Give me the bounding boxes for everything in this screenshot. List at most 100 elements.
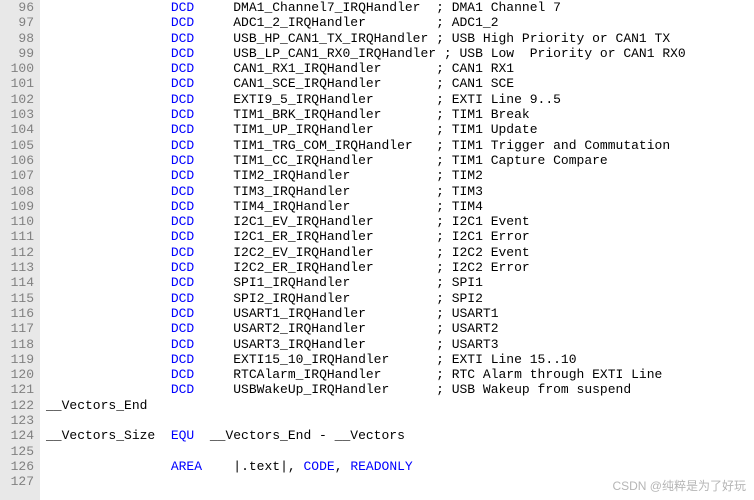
directive-keyword: DCD [171,184,194,199]
comment-text: TIM1 Break [452,107,530,122]
symbol-name: USART3_IRQHandler [233,337,436,352]
indent [46,92,171,107]
indent [46,122,171,137]
space [194,352,233,367]
directive-keyword: DCD [171,275,194,290]
directive-keyword: DCD [171,352,194,367]
keyword: READONLY [350,459,412,474]
line-number: 97 [6,15,34,30]
space [194,321,233,336]
line-number: 102 [6,92,34,107]
comment-text: SPI2 [452,291,483,306]
indent [46,229,171,244]
comment-text: TIM4 [452,199,483,214]
directive-keyword: DCD [171,168,194,183]
code-line: DCD TIM1_UP_IRQHandler ; TIM1 Update [46,122,754,137]
line-number: 111 [6,229,34,244]
comment-text: I2C2 Event [452,245,530,260]
code-line: __Vectors_Size EQU __Vectors_End - __Vec… [46,428,754,443]
space [194,245,233,260]
directive-keyword: DCD [171,153,194,168]
space [194,168,233,183]
indent [46,306,171,321]
symbol-name: CAN1_SCE_IRQHandler [233,76,436,91]
code-line: DCD USBWakeUp_IRQHandler ; USB Wakeup fr… [46,382,754,397]
comment-start: ; [436,138,452,153]
symbol-name: TIM3_IRQHandler [233,184,436,199]
line-number: 112 [6,245,34,260]
space [194,428,210,443]
comment-text: EXTI Line 15..10 [452,352,577,367]
directive-keyword: DCD [171,367,194,382]
symbol-name: I2C1_EV_IRQHandler [233,214,436,229]
symbol-name: I2C2_ER_IRQHandler [233,260,436,275]
symbol-name: USB_LP_CAN1_RX0_IRQHandler [233,46,444,61]
directive-keyword: DCD [171,245,194,260]
code-line: DCD I2C1_EV_IRQHandler ; I2C1 Event [46,214,754,229]
line-number: 107 [6,168,34,183]
comment-text: RTC Alarm through EXTI Line [452,367,663,382]
line-number: 103 [6,107,34,122]
comment-text: EXTI Line 9..5 [452,92,561,107]
directive-keyword: DCD [171,76,194,91]
indent [46,61,171,76]
indent [46,321,171,336]
line-number: 122 [6,398,34,413]
comment-start: ; [436,245,452,260]
indent [46,168,171,183]
space [194,15,233,30]
symbol-name: USB_HP_CAN1_TX_IRQHandler [233,31,436,46]
line-number: 104 [6,122,34,137]
symbol-name: TIM4_IRQHandler [233,199,436,214]
code-line: DCD CAN1_RX1_IRQHandler ; CAN1 RX1 [46,61,754,76]
directive-keyword: DCD [171,199,194,214]
code-line: DCD ADC1_2_IRQHandler ; ADC1_2 [46,15,754,30]
symbol-name: EXTI15_10_IRQHandler [233,352,436,367]
line-number: 124 [6,428,34,443]
indent [46,367,171,382]
line-number: 118 [6,337,34,352]
line-number: 98 [6,31,34,46]
indent [46,214,171,229]
space [194,306,233,321]
space [194,214,233,229]
indent [46,245,171,260]
comment-start: ; [436,184,452,199]
indent [46,199,171,214]
directive-keyword: DCD [171,122,194,137]
code-editor-content: DCD DMA1_Channel7_IRQHandler ; DMA1 Chan… [40,0,754,500]
indent: __Vectors_Size [46,428,171,443]
comment-text: I2C2 Error [452,260,530,275]
comment-start: ; [436,15,452,30]
code-line: DCD DMA1_Channel7_IRQHandler ; DMA1 Chan… [46,0,754,15]
directive-keyword: DCD [171,46,194,61]
indent [46,76,171,91]
indent [46,107,171,122]
space [194,92,233,107]
code-line: DCD I2C2_EV_IRQHandler ; I2C2 Event [46,245,754,260]
line-number: 109 [6,199,34,214]
line-number: 106 [6,153,34,168]
comment-start: ; [436,31,452,46]
comment-text: ADC1_2 [452,15,499,30]
comment-start: ; [436,61,452,76]
symbol-name: USBWakeUp_IRQHandler [233,382,436,397]
comment-start: ; [436,168,452,183]
space [194,76,233,91]
comment-text: TIM1 Update [452,122,538,137]
symbol-name: I2C1_ER_IRQHandler [233,229,436,244]
line-number: 101 [6,76,34,91]
code-line: DCD EXTI15_10_IRQHandler ; EXTI Line 15.… [46,352,754,367]
line-number: 121 [6,382,34,397]
line-number: 125 [6,444,34,459]
indent [46,382,171,397]
directive-keyword: DCD [171,229,194,244]
indent [46,0,171,15]
line-number: 126 [6,459,34,474]
comment-start: ; [444,46,460,61]
symbol-name: EXTI9_5_IRQHandler [233,92,436,107]
symbol-name: RTCAlarm_IRQHandler [233,367,436,382]
comment-start: ; [436,321,452,336]
space [194,153,233,168]
space [194,260,233,275]
